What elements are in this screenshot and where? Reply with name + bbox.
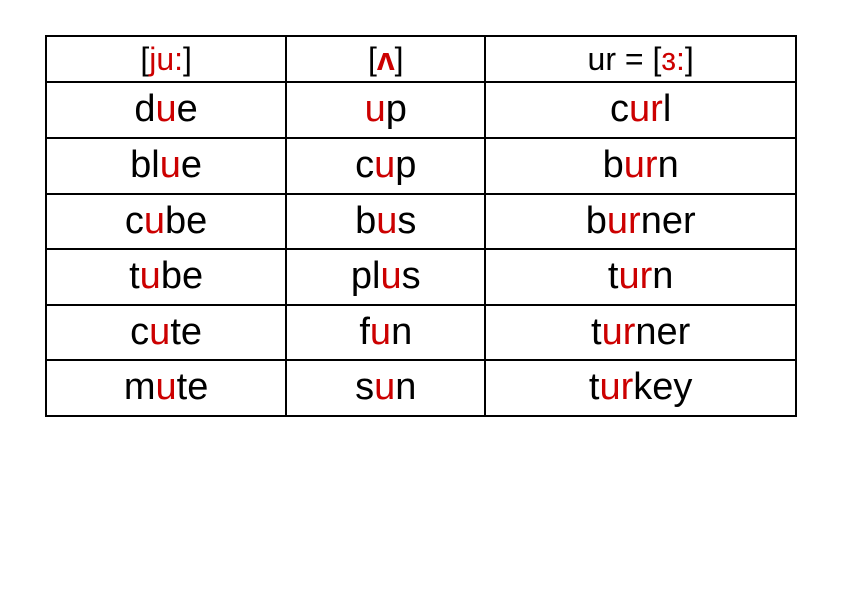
word-pre: b (586, 200, 607, 242)
word-highlight: u (156, 366, 177, 408)
word-post: e (181, 144, 202, 186)
header-row: [ju:] [ʌ] ur = [ɜ:] (46, 36, 796, 82)
table-row: tube plus turn (46, 249, 796, 305)
phon-symbol: ɜ: (661, 41, 685, 77)
word-pre: t (591, 311, 602, 353)
word-cell: sun (286, 360, 485, 416)
bracket: [ (140, 41, 149, 77)
word-highlight: ur (618, 255, 652, 297)
word-highlight: u (140, 255, 161, 297)
word-cell: turn (485, 249, 796, 305)
table-row: cute fun turner (46, 305, 796, 361)
phonics-table: [ju:] [ʌ] ur = [ɜ:] due up curl blue cup… (45, 35, 797, 417)
word-post: be (165, 200, 207, 242)
word-cell: curl (485, 82, 796, 138)
word-cell: fun (286, 305, 485, 361)
phon-symbol: ju: (149, 41, 183, 77)
word-cell: due (46, 82, 286, 138)
word-post: p (386, 88, 407, 130)
header-col-1: [ju:] (46, 36, 286, 82)
word-post: p (395, 144, 416, 186)
word-pre: c (355, 144, 374, 186)
word-pre: f (359, 311, 370, 353)
bracket: ] (395, 41, 404, 77)
word-cell: cup (286, 138, 485, 194)
word-post: ner (641, 200, 696, 242)
word-highlight: ur (629, 88, 663, 130)
phon-symbol: ʌ (377, 41, 395, 77)
word-cell: up (286, 82, 485, 138)
word-highlight: u (160, 144, 181, 186)
table-row: blue cup burn (46, 138, 796, 194)
table-row: cube bus burner (46, 194, 796, 250)
word-cell: tube (46, 249, 286, 305)
word-pre: d (134, 88, 155, 130)
word-cell: blue (46, 138, 286, 194)
word-post: te (177, 366, 209, 408)
bracket: ] (685, 41, 694, 77)
word-cell: turner (485, 305, 796, 361)
word-cell: burner (485, 194, 796, 250)
table-row: due up curl (46, 82, 796, 138)
word-post: key (633, 366, 692, 408)
word-pre: c (125, 200, 144, 242)
word-pre: pl (351, 255, 381, 297)
word-highlight: u (156, 88, 177, 130)
word-pre: t (608, 255, 619, 297)
word-cell: turkey (485, 360, 796, 416)
word-pre: b (603, 144, 624, 186)
word-highlight: u (370, 311, 391, 353)
word-highlight: ur (599, 366, 633, 408)
word-pre: s (355, 366, 374, 408)
bracket: [ (368, 41, 377, 77)
word-highlight: u (374, 366, 395, 408)
word-post: n (395, 366, 416, 408)
word-pre: t (589, 366, 600, 408)
word-post: l (663, 88, 671, 130)
word-post: te (170, 311, 202, 353)
word-pre: b (355, 200, 376, 242)
bracket: ] (183, 41, 192, 77)
word-pre: t (129, 255, 140, 297)
word-highlight: u (376, 200, 397, 242)
word-highlight: u (374, 144, 395, 186)
word-post: n (652, 255, 673, 297)
word-post: s (402, 255, 421, 297)
word-highlight: u (149, 311, 170, 353)
word-highlight: u (144, 200, 165, 242)
word-post: e (177, 88, 198, 130)
table-row: mute sun turkey (46, 360, 796, 416)
word-highlight: ur (607, 200, 641, 242)
header-col-3: ur = [ɜ:] (485, 36, 796, 82)
word-cell: burn (485, 138, 796, 194)
word-highlight: ur (602, 311, 636, 353)
word-cell: plus (286, 249, 485, 305)
word-pre: c (130, 311, 149, 353)
word-highlight: u (365, 88, 386, 130)
word-pre: c (610, 88, 629, 130)
word-highlight: ur (624, 144, 658, 186)
header-col-2: [ʌ] (286, 36, 485, 82)
word-post: s (397, 200, 416, 242)
word-post: n (391, 311, 412, 353)
word-pre: m (124, 366, 156, 408)
word-post: ner (635, 311, 690, 353)
word-cell: bus (286, 194, 485, 250)
word-cell: cute (46, 305, 286, 361)
word-pre: bl (130, 144, 160, 186)
word-post: n (658, 144, 679, 186)
word-highlight: u (381, 255, 402, 297)
word-post: be (161, 255, 203, 297)
word-cell: cube (46, 194, 286, 250)
header-prefix: ur = [ (588, 41, 662, 77)
word-cell: mute (46, 360, 286, 416)
